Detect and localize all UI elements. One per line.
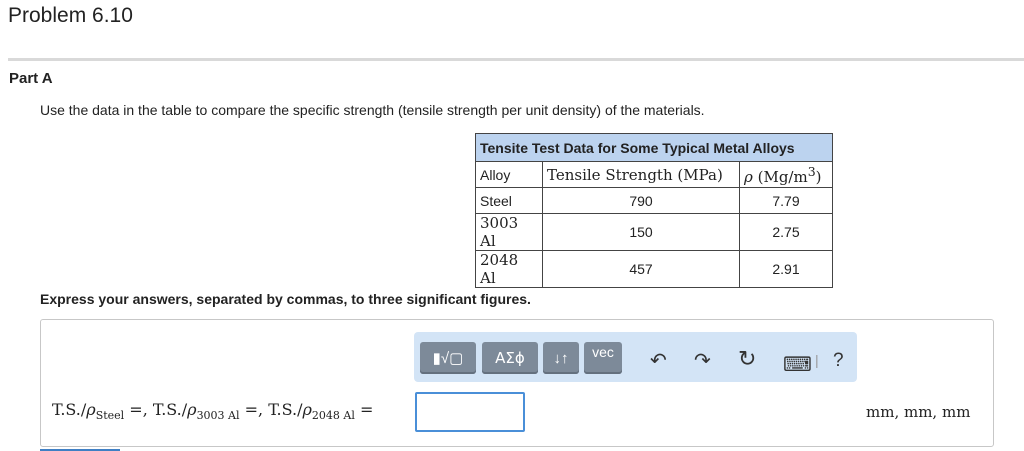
equals-comma-1: =, <box>129 400 148 419</box>
subscript-steel: Steel <box>95 409 125 423</box>
undo-icon[interactable]: ↶ <box>650 348 667 373</box>
ts-label-2: T.S./ <box>152 400 188 419</box>
express-instruction: Express your answers, separated by comma… <box>40 291 531 307</box>
alloy-data-table: Tensite Test Data for Some Typical Metal… <box>475 133 833 288</box>
answer-input[interactable] <box>415 392 525 432</box>
vector-button[interactable]: vec <box>584 342 622 374</box>
answer-equation-label: T.S./ρSteel =, T.S./ρ3003 Al =, T.S./ρ20… <box>52 400 373 422</box>
header-tensile-strength: Tensile Strength (MPa) <box>542 161 740 188</box>
redo-icon[interactable]: ↷ <box>694 348 711 373</box>
subscript-2048: 2048 Al <box>311 409 355 423</box>
equals-sign: = <box>359 400 374 419</box>
equals-comma-2: =, <box>244 400 264 419</box>
header-density: ρ (Mg/m3) <box>739 161 833 188</box>
keyboard-icon[interactable]: ⌨ <box>783 352 812 377</box>
density-unit: (Mg/m <box>757 167 808 186</box>
page-title: Problem 6.10 <box>8 4 133 27</box>
instruction-text: Use the data in the table to compare the… <box>40 102 705 118</box>
rho-symbol-1: ρ <box>86 400 96 419</box>
answer-units: mm, mm, mm <box>866 403 971 421</box>
subscript-3003: 3003 Al <box>196 409 240 423</box>
subscript-superscript-button[interactable]: ↓↑ <box>543 342 579 374</box>
density-close: ) <box>815 167 822 186</box>
row-steel-density: 7.79 <box>739 187 833 214</box>
greek-symbols-button[interactable]: ΑΣϕ <box>482 342 538 374</box>
rho-symbol-3: ρ <box>302 400 312 419</box>
table-caption: Tensite Test Data for Some Typical Metal… <box>475 133 833 162</box>
row-3003-density: 2.75 <box>739 213 833 251</box>
density-exponent: 3 <box>807 163 816 179</box>
ts-label-3: T.S./ <box>268 400 303 419</box>
row-2048-alloy: 2048 Al <box>475 250 543 288</box>
part-label: Part A <box>9 70 53 87</box>
reset-icon[interactable]: ↻ <box>738 346 756 372</box>
toolbar-separator: | <box>815 352 819 368</box>
rho-symbol: ρ <box>744 167 753 186</box>
row-3003-strength: 150 <box>542 213 740 251</box>
row-steel-alloy: Steel <box>475 187 543 214</box>
row-3003-alloy: 3003 Al <box>475 213 543 251</box>
ts-label-1: T.S./ <box>52 400 87 419</box>
title-divider <box>8 58 1024 61</box>
header-alloy: Alloy <box>475 161 543 188</box>
row-steel-strength: 790 <box>542 187 740 214</box>
help-button[interactable]: ? <box>833 350 844 372</box>
rho-symbol-2: ρ <box>187 400 197 419</box>
row-2048-strength: 457 <box>542 250 740 288</box>
templates-button[interactable]: ▮√▢ <box>420 342 476 374</box>
row-2048-density: 2.91 <box>739 250 833 288</box>
